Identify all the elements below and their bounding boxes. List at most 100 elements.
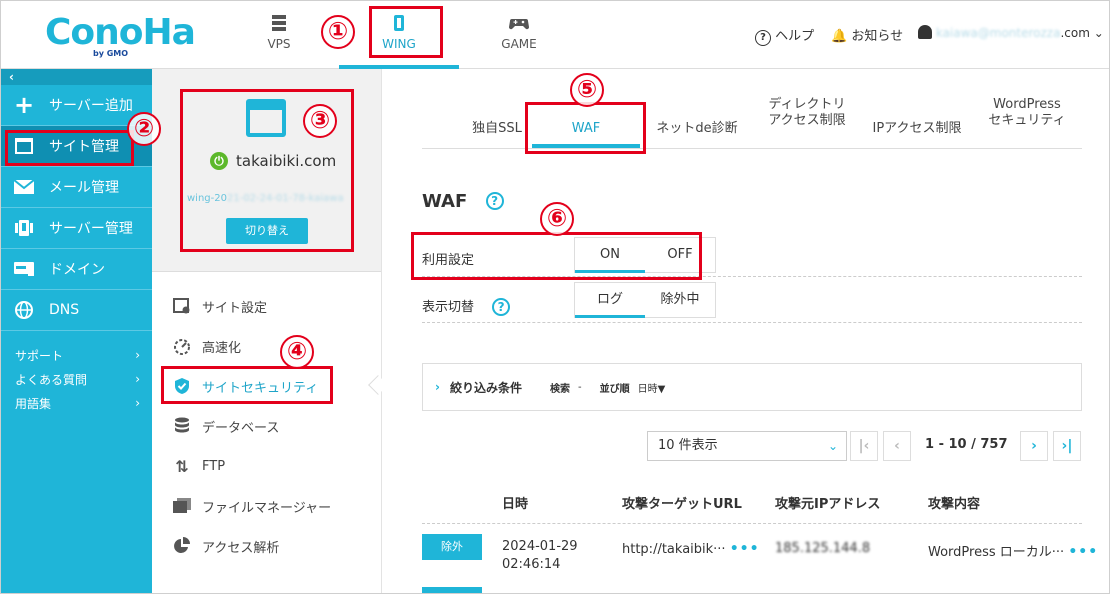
menu-item-file-manager[interactable]: ファイルマネージャー xyxy=(152,486,381,526)
help-icon[interactable]: ? xyxy=(492,298,511,316)
user-icon xyxy=(918,25,932,39)
tab-label-line1: ディレクトリ xyxy=(768,97,846,112)
per-page-select[interactable]: 10 件表示 ⌄ xyxy=(647,431,847,461)
site-settings-icon xyxy=(172,296,192,316)
exclude-button[interactable]: 除外 xyxy=(422,534,482,560)
tab-directory-access[interactable]: ディレクトリ アクセス制限 xyxy=(752,89,862,149)
help-label: ヘルプ xyxy=(775,29,815,44)
question-icon: ? xyxy=(755,29,771,46)
first-page-button[interactable]: |‹ xyxy=(850,431,878,461)
sidebar-item-label: サーバー追加 xyxy=(49,98,133,114)
filter-sort-label: 並び順 xyxy=(599,383,630,395)
menu-item-label: データベース xyxy=(202,420,280,436)
help-link[interactable]: ? ヘルプ xyxy=(755,25,814,46)
account-menu[interactable]: kaiawa@monterozza.com ⌄ xyxy=(918,25,1104,40)
cell-content-text: WordPress ローカル··· xyxy=(928,545,1065,560)
sidebar-item-label: DNS xyxy=(49,302,80,318)
mail-icon xyxy=(13,176,35,198)
col-header-content: 攻撃内容 xyxy=(928,497,981,512)
display-log-option[interactable]: ログ xyxy=(575,283,645,318)
more-dots-icon[interactable]: ••• xyxy=(730,541,760,557)
tab-ip-access[interactable]: IPアクセス制限 xyxy=(862,89,972,149)
display-excluded-option[interactable]: 除外中 xyxy=(645,283,715,317)
nav-tab-game[interactable]: GAME xyxy=(459,1,579,69)
sidebar-link-label: サポート xyxy=(15,348,64,363)
sidebar-item-mail[interactable]: メール管理 xyxy=(1,167,152,208)
sidebar-collapse-button[interactable]: ‹ xyxy=(1,69,152,85)
account-email: kaiawa@monterozza xyxy=(935,26,1061,40)
domain-icon xyxy=(13,258,35,280)
sidebar-item-domain[interactable]: ドメイン xyxy=(1,249,152,290)
annotation-number-4: ④ xyxy=(280,335,314,369)
notice-label: お知らせ xyxy=(851,29,904,44)
more-dots-icon[interactable]: ••• xyxy=(1068,544,1098,560)
help-icon[interactable]: ? xyxy=(485,192,504,210)
filter-search-label: 検索 xyxy=(549,383,570,395)
annotation-number-2: ② xyxy=(127,112,161,146)
tab-wordpress-security[interactable]: WordPress セキュリティ xyxy=(972,89,1082,149)
transfer-icon: ⇅ xyxy=(175,456,189,476)
chevron-down-icon: ⌄ xyxy=(1093,26,1104,40)
divider xyxy=(422,322,1082,323)
highlight-box-1 xyxy=(369,6,443,58)
exclude-button-next[interactable] xyxy=(422,587,482,593)
prev-page-button[interactable]: ‹ xyxy=(883,431,911,461)
cell-date: 2024-01-29 xyxy=(502,539,578,554)
sidebar-item-server[interactable]: サーバー管理 xyxy=(1,208,152,249)
sidebar-item-label: サーバー管理 xyxy=(49,221,133,237)
tab-label: 独自SSL xyxy=(472,121,522,136)
tab-label-line2: セキュリティ xyxy=(988,113,1066,128)
filter-search-value: - xyxy=(577,381,582,393)
menu-item-ftp[interactable]: ⇅ FTP xyxy=(152,446,381,486)
tab-label: IPアクセス制限 xyxy=(872,121,962,136)
cell-time: 02:46:14 xyxy=(502,557,561,572)
page-title-text: WAF xyxy=(422,191,468,212)
menu-item-access-analytics[interactable]: アクセス解析 xyxy=(152,526,381,566)
security-tabs: 独自SSL WAF ネットde診断 ディレクトリ アクセス制限 IPアクセス制限… xyxy=(422,89,1082,149)
next-page-button[interactable]: › xyxy=(1020,431,1048,461)
sidebar-item-dns[interactable]: DNS xyxy=(1,290,152,331)
bell-icon: 🔔 xyxy=(831,29,848,44)
sidebar-link-faq[interactable]: よくある質問 › xyxy=(1,367,152,391)
top-header: ConoHa by GMO VPS WING GAME ? ヘルプ 🔔 お知らせ… xyxy=(1,1,1109,69)
sidebar-item-label: メール管理 xyxy=(49,180,119,196)
divider xyxy=(422,523,1082,524)
annotation-number-5: ⑤ xyxy=(570,73,604,107)
chevron-right-icon: › xyxy=(135,348,140,362)
sidebar-link-label: 用語集 xyxy=(15,396,52,411)
nav-tab-label: VPS xyxy=(267,37,291,51)
filter-panel[interactable]: › 絞り込み条件 検索 - 並び順 日時▼ xyxy=(422,363,1082,411)
conoha-logo[interactable]: ConoHa by GMO xyxy=(45,11,196,61)
sidebar-item-label: ドメイン xyxy=(49,262,105,278)
sidebar-link-glossary[interactable]: 用語集 › xyxy=(1,391,152,415)
menu-item-site-settings[interactable]: サイト設定 xyxy=(152,286,381,326)
menu-item-database[interactable]: データベース xyxy=(152,406,381,446)
pie-chart-icon xyxy=(172,536,192,556)
tab-label-line2: アクセス制限 xyxy=(768,113,846,128)
cell-url-text: http://takaibik··· xyxy=(622,542,726,557)
highlight-box-5 xyxy=(525,102,646,154)
tab-net-diagnosis[interactable]: ネットde診断 xyxy=(642,89,752,149)
sidebar-link-support[interactable]: サポート › xyxy=(1,343,152,367)
col-header-ip: 攻撃元IPアドレス xyxy=(775,497,881,512)
annotation-number-3: ③ xyxy=(303,104,337,138)
display-toggle: ログ 除外中 xyxy=(574,282,716,318)
filter-sort-value: 日時▼ xyxy=(637,383,666,395)
page-range: 1 - 10 / 757 xyxy=(925,437,1008,452)
cell-content: WordPress ローカル··· ••• xyxy=(928,541,1098,560)
col-header-url: 攻撃ターゲットURL xyxy=(622,497,742,512)
last-page-button[interactable]: ›| xyxy=(1053,431,1081,461)
cell-url: http://takaibik··· ••• xyxy=(622,541,760,557)
tab-label-line1: WordPress xyxy=(993,97,1061,112)
account-suffix: .com xyxy=(1060,26,1090,40)
gamepad-icon xyxy=(509,19,529,30)
app-window: ConoHa by GMO VPS WING GAME ? ヘルプ 🔔 お知らせ… xyxy=(0,0,1110,594)
filter-title: 絞り込み条件 xyxy=(449,380,522,395)
menu-item-label: FTP xyxy=(202,458,226,474)
menu-item-speed[interactable]: 高速化 xyxy=(152,326,381,366)
display-switch-label: 表示切替 ? xyxy=(422,296,511,316)
highlight-box-6 xyxy=(411,232,702,280)
server-icon xyxy=(272,15,286,31)
nav-tab-label: GAME xyxy=(501,37,537,51)
notice-link[interactable]: 🔔 お知らせ xyxy=(831,25,903,44)
